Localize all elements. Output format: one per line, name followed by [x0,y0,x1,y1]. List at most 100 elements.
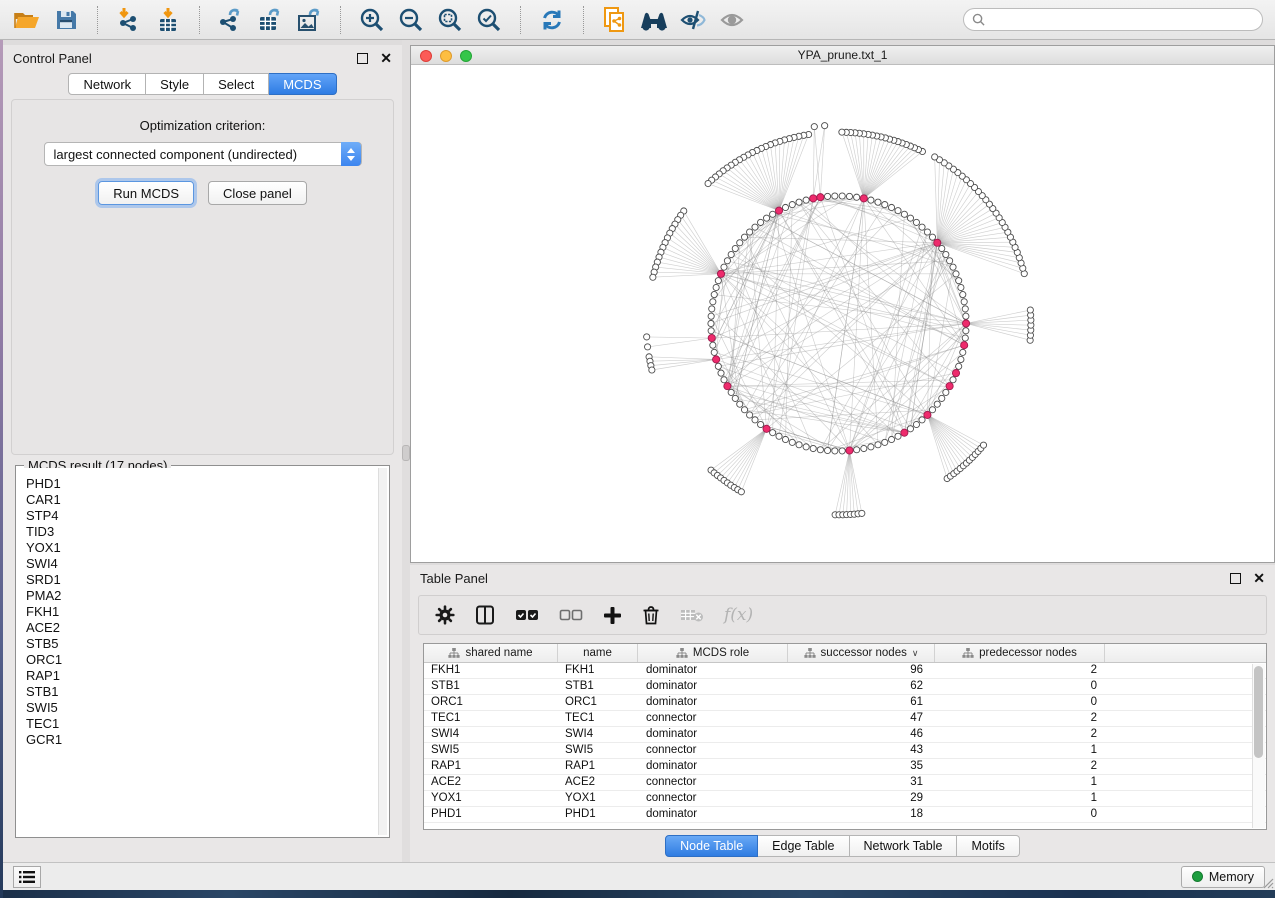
close-window-icon[interactable] [420,50,432,62]
import-network-icon[interactable] [114,5,144,35]
delete-table-icon[interactable] [680,607,704,623]
mcds-result-item[interactable]: SRD1 [26,572,387,588]
search-field[interactable] [963,8,1263,31]
table-scrollbar-thumb[interactable] [1254,666,1263,758]
mcds-result-item[interactable]: TEC1 [26,716,387,732]
deselect-all-icon[interactable] [559,608,583,622]
table-row[interactable]: SWI5SWI5connector431 [424,743,1266,759]
tab-mcds[interactable]: MCDS [269,73,336,95]
mcds-result-item[interactable]: STB5 [26,636,387,652]
search-input[interactable] [990,13,1254,27]
tab-style[interactable]: Style [146,73,204,95]
table-row[interactable]: PHD1PHD1dominator180 [424,807,1266,823]
table-cell-filler [1105,743,1266,758]
export-table-icon[interactable] [255,5,285,35]
import-table-icon[interactable] [153,5,183,35]
column-header-name[interactable]: name [558,644,638,662]
network-window-titlebar[interactable]: YPA_prune.txt_1 [411,46,1274,65]
binoculars-icon[interactable] [639,5,669,35]
gear-icon[interactable] [435,605,455,625]
add-column-icon[interactable] [603,606,622,625]
tab-edge-table[interactable]: Edge Table [758,835,849,857]
table-cell: 0 [935,679,1105,694]
tab-node-table[interactable]: Node Table [665,835,758,857]
table-row[interactable]: FKH1FKH1dominator962 [424,663,1266,679]
column-header-successor-nodes[interactable]: successor nodes ∨ [788,644,935,662]
select-all-icon[interactable] [515,608,539,622]
column-header-mcds-role[interactable]: MCDS role [638,644,788,662]
toolbar-separator [520,6,521,34]
table-row[interactable]: STB1STB1dominator620 [424,679,1266,695]
table-cell: 2 [935,711,1105,726]
mcds-result-item[interactable]: CAR1 [26,492,387,508]
column-layout-icon[interactable] [475,605,495,625]
float-panel-icon[interactable] [1230,573,1241,584]
float-panel-icon[interactable] [357,53,368,64]
mcds-result-item[interactable]: FKH1 [26,604,387,620]
minimize-window-icon[interactable] [440,50,452,62]
table-scrollbar[interactable] [1252,664,1265,828]
zoom-in-icon[interactable] [357,5,387,35]
mcds-result-item[interactable]: STP4 [26,508,387,524]
mcds-result-item[interactable]: ACE2 [26,620,387,636]
mcds-result-item[interactable]: TID3 [26,524,387,540]
export-image-icon[interactable] [294,5,324,35]
table-row[interactable]: ORC1ORC1dominator610 [424,695,1266,711]
refresh-icon[interactable] [537,5,567,35]
workspace: Control Panel ✕ Network Style Select MCD… [3,40,1275,862]
mcds-result-item[interactable]: GCR1 [26,732,387,748]
column-label: shared name [465,647,532,659]
table-cell: TEC1 [558,711,638,726]
hide-selected-icon[interactable] [678,5,708,35]
run-mcds-button[interactable]: Run MCDS [98,181,194,205]
tab-select[interactable]: Select [204,73,269,95]
export-network-icon[interactable] [216,5,246,35]
open-folder-icon[interactable] [12,5,42,35]
mcds-result-list[interactable]: PHD1CAR1STP4TID3YOX1SWI4SRD1PMA2FKH1ACE2… [18,468,387,835]
tab-motifs[interactable]: Motifs [957,835,1019,857]
mcds-list-scrollbar[interactable] [378,468,387,835]
splitter-grip[interactable] [402,445,410,461]
mcds-result-item[interactable]: SWI4 [26,556,387,572]
table-cell: PHD1 [558,807,638,822]
table-row[interactable]: TEC1TEC1connector472 [424,711,1266,727]
close-panel-icon[interactable]: ✕ [380,53,392,64]
tab-network[interactable]: Network [68,73,146,95]
mcds-result-item[interactable]: YOX1 [26,540,387,556]
mcds-result-item[interactable]: RAP1 [26,668,387,684]
tab-network-table[interactable]: Network Table [850,835,958,857]
mcds-result-item[interactable]: PHD1 [26,476,387,492]
vertical-splitter[interactable] [402,40,410,862]
close-panel-button[interactable]: Close panel [208,181,307,205]
mcds-result-item[interactable]: SWI5 [26,700,387,716]
table-cell: 2 [935,727,1105,742]
task-history-button[interactable] [13,866,41,888]
resize-grip-icon[interactable] [1262,877,1274,889]
column-header-shared-name[interactable]: shared name [424,644,558,662]
network-canvas[interactable] [411,65,1274,562]
table-cell: SWI5 [558,743,638,758]
zoom-selected-icon[interactable] [474,5,504,35]
table-row[interactable]: SWI4SWI4dominator462 [424,727,1266,743]
table-row[interactable]: ACE2ACE2connector311 [424,775,1266,791]
maximize-window-icon[interactable] [460,50,472,62]
column-label: name [583,647,612,659]
delete-column-icon[interactable] [642,605,660,625]
save-icon[interactable] [51,5,81,35]
table-cell: connector [638,791,788,806]
mcds-result-item[interactable]: ORC1 [26,652,387,668]
zoom-out-icon[interactable] [396,5,426,35]
mcds-result-item[interactable]: PMA2 [26,588,387,604]
column-header-predecessor-nodes[interactable]: predecessor nodes [935,644,1105,662]
copy-document-icon[interactable] [600,5,630,35]
function-builder-icon[interactable]: f(x) [724,605,753,625]
zoom-fit-icon[interactable] [435,5,465,35]
memory-button[interactable]: Memory [1181,866,1265,888]
table-row[interactable]: YOX1YOX1connector291 [424,791,1266,807]
table-cell: 61 [788,695,935,710]
close-panel-icon[interactable]: ✕ [1253,573,1265,584]
show-all-icon[interactable] [717,5,747,35]
optimization-criterion-select[interactable]: largest connected component (undirected) [44,142,362,166]
table-row[interactable]: RAP1RAP1dominator352 [424,759,1266,775]
mcds-result-item[interactable]: STB1 [26,684,387,700]
